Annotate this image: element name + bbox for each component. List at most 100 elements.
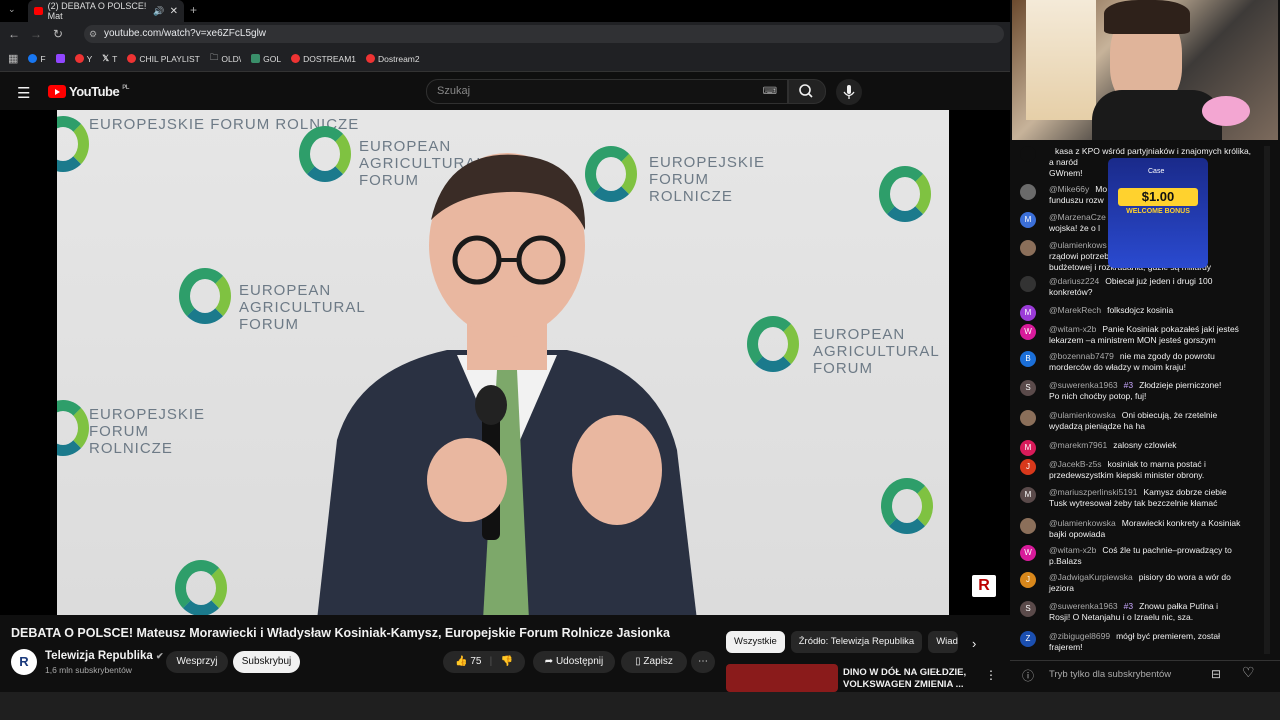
chat-avatar[interactable]: M: [1020, 487, 1036, 503]
recommendation-menu-icon[interactable]: ⋮: [985, 668, 997, 682]
chat-text: Mo: [1095, 184, 1108, 194]
chat-message: W @witam-x2b Coś źle tu pachnie–prowadzący…: [1020, 545, 1252, 567]
dislike-button[interactable]: 👎: [500, 651, 512, 673]
chat-input[interactable]: Tryb tylko dla subskrybentów: [1049, 669, 1171, 680]
x-icon: 𝕏: [102, 53, 110, 63]
chat-text-line: jeziora: [1049, 583, 1075, 593]
chat-avatar[interactable]: J: [1020, 459, 1036, 475]
chat-author[interactable]: @suwerenka1963: [1049, 601, 1118, 611]
info-icon[interactable]: ⓘ: [1022, 667, 1034, 684]
chat-author[interactable]: @ulamienkowska: [1049, 518, 1116, 528]
chat-avatar[interactable]: [1020, 184, 1036, 200]
url-field[interactable]: ⚙ youtube.com/watch?v=xe6ZFcL5glw: [84, 25, 1004, 43]
voice-search-button[interactable]: [836, 79, 862, 105]
apps-grid-icon[interactable]: ▦: [8, 52, 18, 65]
chat-text-line: Po nich choćby potop, fuj!: [1049, 391, 1147, 401]
chip-source[interactable]: Źródło: Telewizja Republika: [790, 631, 923, 653]
chat-author[interactable]: @ulamienkows: [1049, 240, 1107, 250]
close-tab-icon[interactable]: ✕: [170, 6, 178, 17]
chat-avatar[interactable]: [1020, 240, 1036, 256]
chat-author[interactable]: @Mike66y: [1049, 184, 1089, 194]
browser-tab-active[interactable]: (2) DEBATA O POLSCE! Mat 🔊 ✕: [28, 0, 184, 22]
chat-text: pisiory do wora a wór do: [1138, 572, 1231, 582]
chat-message: Z @zibigugel8699 mógł być premierem, zosta…: [1020, 631, 1252, 653]
chat-avatar[interactable]: [1020, 146, 1036, 162]
chat-avatar[interactable]: S: [1020, 601, 1036, 617]
more-actions-button[interactable]: ⋯: [691, 651, 715, 673]
chat-author[interactable]: @marekm7961: [1049, 440, 1107, 450]
bookmark-chil-playlist[interactable]: CHIL PLAYLIST: [127, 54, 200, 64]
share-button[interactable]: ➦ Udostępnij: [533, 651, 615, 673]
chat-avatar[interactable]: B: [1020, 351, 1036, 367]
chat-author[interactable]: @MarzenaCze: [1049, 212, 1106, 222]
chat-avatar[interactable]: W: [1020, 324, 1036, 340]
bookmark-dostream1[interactable]: DOSTREAM1: [291, 54, 356, 64]
forum-emblem-icon: [179, 268, 231, 324]
chat-text-line: lekarzem –a ministrem MON jesteś gorszym: [1049, 335, 1216, 345]
chat-author[interactable]: @dariusz224: [1049, 276, 1099, 286]
bookmark-old[interactable]: 🗀 OLD\: [210, 52, 241, 66]
bookmark-y[interactable]: Y: [74, 54, 92, 64]
chat-author[interactable]: @witam-x2b: [1049, 324, 1096, 334]
chat-avatar[interactable]: J: [1020, 572, 1036, 588]
search-button[interactable]: [788, 79, 826, 104]
heart-icon[interactable]: ♡: [1242, 664, 1255, 681]
chat-avatar[interactable]: S: [1020, 380, 1036, 396]
channel-avatar[interactable]: R: [11, 649, 37, 675]
search-input[interactable]: Szukaj ⌨: [426, 79, 788, 104]
speaker-icon[interactable]: 🔊: [153, 6, 164, 17]
chat-author[interactable]: @bozennab7479: [1049, 351, 1114, 361]
chat-author[interactable]: @JacekB-z5s: [1049, 459, 1102, 469]
ad-label: WELCOME BONUS: [1126, 208, 1190, 215]
chat-avatar[interactable]: W: [1020, 545, 1036, 561]
chat-text-line: p.Balazs: [1049, 556, 1082, 566]
video-frame[interactable]: EUROPEJSKIE FORUM ROLNICZE EUROPEAN AGRI…: [57, 110, 949, 615]
tab-list-chevron-icon[interactable]: ⌄: [8, 4, 16, 15]
chat-avatar[interactable]: Z: [1020, 631, 1036, 647]
chat-author[interactable]: @zibigugel8699: [1049, 631, 1110, 641]
product-icon[interactable]: ⊟: [1211, 667, 1221, 681]
chat-text-line: frajerem!: [1049, 642, 1083, 652]
hamburger-menu-icon[interactable]: ☰: [17, 84, 30, 102]
bookmark-twitch[interactable]: [55, 54, 65, 63]
chat-author[interactable]: @mariuszperlinski5191: [1049, 487, 1137, 497]
recommendation-title[interactable]: DINO W DÓŁ NA GIEŁDZIE, VOLKSWAGEN ZMIEN…: [843, 667, 983, 691]
chip-all[interactable]: Wszystkie: [726, 631, 785, 653]
bookmark-dostream2[interactable]: Dostream2: [366, 54, 420, 64]
chevron-right-icon[interactable]: ›: [972, 636, 976, 651]
bookmark-f[interactable]: F: [28, 54, 46, 64]
like-button[interactable]: 👍 75: [455, 651, 481, 673]
chat-author[interactable]: @MarekRech: [1049, 305, 1101, 315]
chat-message: @ulamienkowska Morawiecki konkrety a Kosi…: [1020, 518, 1252, 540]
chat-avatar[interactable]: M: [1020, 305, 1036, 321]
chat-avatar[interactable]: [1020, 276, 1036, 292]
support-button[interactable]: Wesprzyj: [166, 651, 228, 673]
streamer-hair: [1104, 0, 1190, 34]
keyboard-icon[interactable]: ⌨: [763, 80, 777, 103]
recommendation-thumbnail[interactable]: [726, 664, 838, 692]
youtube-logo[interactable]: YouTube PL: [48, 84, 129, 99]
chat-avatar[interactable]: M: [1020, 212, 1036, 228]
chip-news[interactable]: Wiad: [928, 631, 959, 653]
chat-scrollbar[interactable]: [1264, 146, 1270, 654]
chat-author[interactable]: @ulamienkowska: [1049, 410, 1116, 420]
save-button[interactable]: ▯ Zapisz: [621, 651, 687, 673]
chat-avatar[interactable]: [1020, 410, 1036, 426]
new-tab-icon[interactable]: +: [190, 3, 197, 17]
chat-author[interactable]: @suwerenka1963: [1049, 380, 1118, 390]
channel-watermark[interactable]: R: [972, 575, 996, 597]
chat-author[interactable]: @JadwigaKurpiewska: [1049, 572, 1133, 582]
channel-name[interactable]: Telewizja Republika ✔: [45, 650, 164, 662]
ad-brand: Case: [1148, 168, 1165, 175]
subscribe-button[interactable]: Subskrybuj: [233, 651, 300, 673]
forward-arrow-icon[interactable]: →: [25, 27, 47, 41]
bookmark-t[interactable]: 𝕏T: [102, 53, 117, 64]
back-arrow-icon[interactable]: ←: [3, 27, 25, 41]
chat-avatar[interactable]: M: [1020, 440, 1036, 456]
chat-text-line: wydadzą pieniądze ha ha: [1049, 421, 1145, 431]
reload-icon[interactable]: ↻: [47, 27, 69, 41]
chat-author[interactable]: @witam-x2b: [1049, 545, 1096, 555]
site-info-icon[interactable]: ⚙: [89, 25, 97, 43]
chat-avatar[interactable]: [1020, 518, 1036, 534]
bookmark-gol[interactable]: GOL: [251, 54, 281, 64]
